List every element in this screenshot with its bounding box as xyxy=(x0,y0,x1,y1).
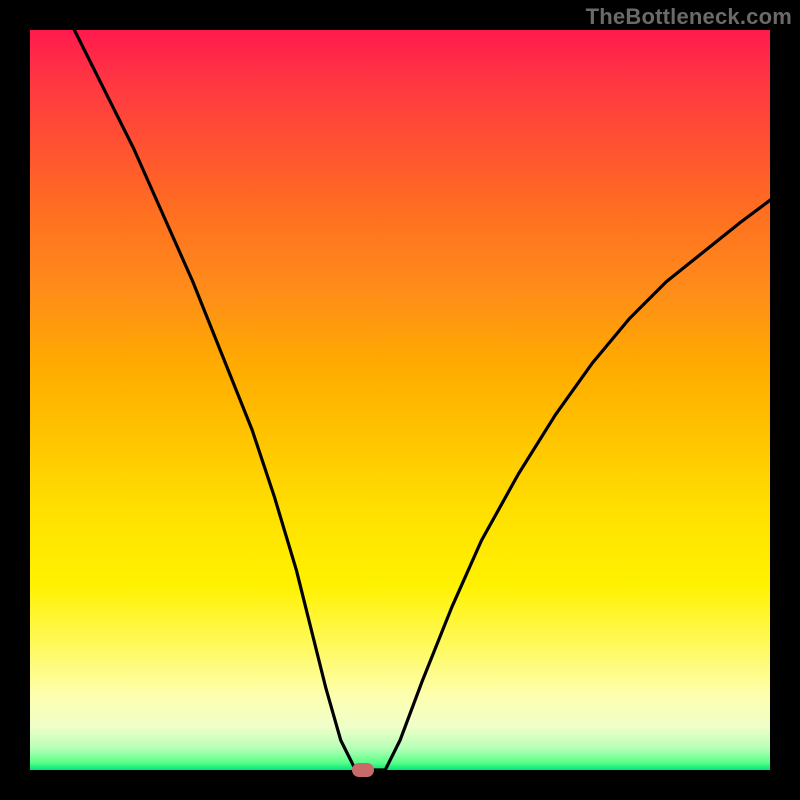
watermark-text: TheBottleneck.com xyxy=(586,4,792,30)
chart-frame: TheBottleneck.com xyxy=(0,0,800,800)
optimum-marker xyxy=(352,763,374,777)
bottleneck-curve xyxy=(74,30,770,770)
curve-svg xyxy=(30,30,770,770)
plot-area xyxy=(30,30,770,770)
